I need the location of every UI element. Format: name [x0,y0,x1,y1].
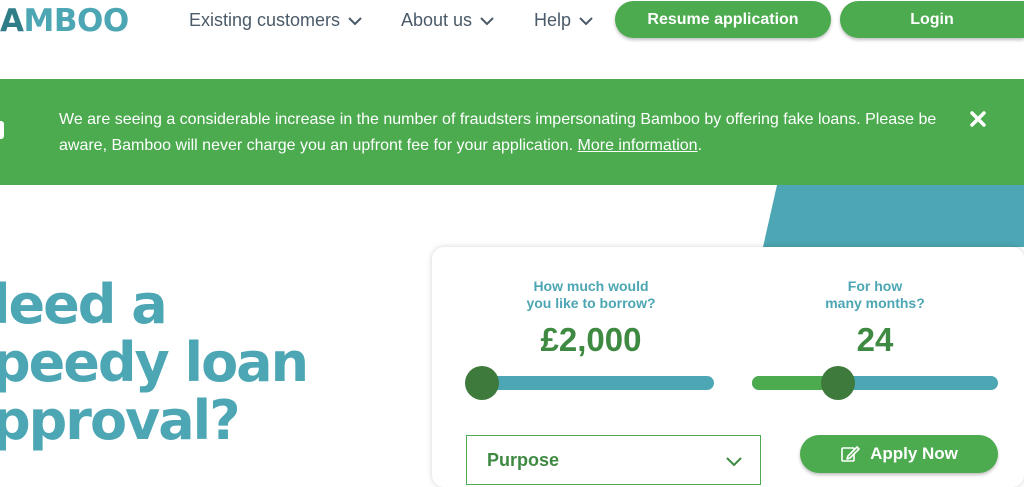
months-question-line-2: many months? [825,295,925,311]
teal-decorative-shape [763,185,1024,247]
hero-heading: leed a peedy loan pproval? [0,273,309,452]
nav-about-us[interactable]: About us [401,10,494,31]
hero-line-2: peedy loan [0,331,309,394]
months-value: 24 [856,321,894,358]
months-slider-handle[interactable] [821,366,856,400]
borrow-amount-value: £2,000 [540,321,642,358]
purpose-label: Purpose [487,450,560,470]
hero-line-1: leed a [0,273,168,336]
resume-application-button[interactable]: Resume application [615,1,831,38]
borrow-amount-slider-track[interactable] [470,376,714,390]
fraud-warning-banner: We are seeing a considerable increase in… [0,79,1024,185]
chevron-down-icon [480,16,494,25]
nav-existing-customers-label: Existing customers [189,10,341,30]
borrow-question-line-1: How much would [533,278,649,294]
hero-line-3: pproval? [0,389,241,452]
chevron-down-icon [348,16,362,25]
nav-help[interactable]: Help [534,10,593,31]
borrow-amount-question: How much would you like to borrow? [516,278,666,312]
close-icon[interactable] [970,111,986,127]
apply-now-label: Apply Now [870,444,958,463]
bamboo-logo[interactable]: AMBOO [0,3,129,39]
banner-edge-tab [0,121,4,139]
banner-line-2-text: aware, Bamboo will never charge you an u… [59,137,578,154]
borrow-question-line-2: you like to borrow? [526,295,656,311]
nav-about-us-label: About us [401,10,473,30]
months-question-line-1: For how [847,278,903,294]
login-button[interactable]: Login [840,1,1024,38]
banner-suffix: . [697,137,703,154]
banner-line-2: aware, Bamboo will never charge you an u… [59,133,959,159]
months-question: For how many months? [800,278,950,312]
nav-help-label: Help [534,10,572,30]
borrow-amount-slider-handle[interactable] [465,366,500,400]
nav-existing-customers[interactable]: Existing customers [189,10,362,31]
banner-message: We are seeing a considerable increase in… [59,107,959,159]
apply-now-button[interactable]: Apply Now [800,435,998,473]
banner-line-1: We are seeing a considerable increase in… [59,111,937,128]
chevron-down-icon [726,457,742,467]
chevron-down-icon [579,16,593,25]
purpose-select[interactable]: Purpose [466,435,761,485]
edit-pencil-icon [841,446,860,462]
more-information-link[interactable]: More information [578,137,698,154]
